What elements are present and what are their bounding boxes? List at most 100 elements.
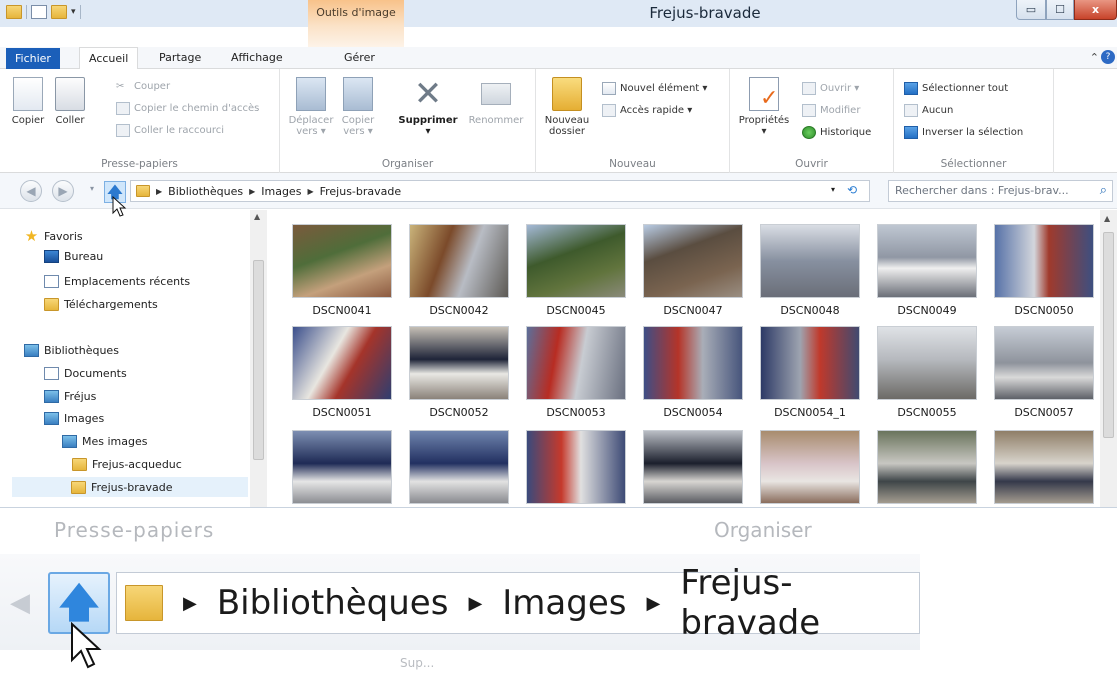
- thumbnail[interactable]: [409, 326, 509, 400]
- thumbnail[interactable]: [292, 430, 392, 504]
- file-name[interactable]: DSCN0041: [283, 304, 401, 317]
- maximize-button[interactable]: ☐: [1046, 0, 1074, 20]
- properties-icon[interactable]: [31, 5, 47, 19]
- select-all-button[interactable]: Sélectionner tout: [904, 79, 1008, 97]
- content-scrollbar[interactable]: ▲: [1100, 210, 1117, 507]
- thumbnail[interactable]: [760, 326, 860, 400]
- file-name[interactable]: DSCN0042: [400, 304, 518, 317]
- thumbnail[interactable]: [760, 224, 860, 298]
- file-name[interactable]: DSCN0052: [400, 406, 518, 419]
- tree-item-telechargements[interactable]: Téléchargements: [44, 294, 158, 314]
- easy-access-button[interactable]: Accès rapide ▾: [602, 101, 692, 119]
- delete-button[interactable]: ✕ Supprimer ▾: [398, 77, 458, 137]
- cut-button[interactable]: ✂ Couper: [116, 77, 170, 95]
- back-button[interactable]: ◀: [20, 180, 42, 202]
- address-bar[interactable]: ▶ Bibliothèques ▶ Images ▶ Frejus-bravad…: [130, 180, 870, 202]
- search-icon[interactable]: ⌕: [1100, 181, 1107, 201]
- thumbnail[interactable]: [526, 430, 626, 504]
- close-button[interactable]: x: [1074, 0, 1117, 20]
- thumbnail[interactable]: [994, 326, 1094, 400]
- open-button[interactable]: Ouvrir ▾: [802, 79, 859, 97]
- new-folder-button[interactable]: Nouveau dossier: [542, 77, 592, 137]
- tree-item-frejus[interactable]: Fréjus: [44, 386, 96, 406]
- file-name[interactable]: DSCN0055: [868, 406, 986, 419]
- breadcrumb-separator[interactable]: ▶: [183, 593, 197, 614]
- tab-partage[interactable]: Partage: [150, 47, 210, 69]
- nav-scrollbar[interactable]: ▲: [250, 210, 267, 507]
- file-name[interactable]: DSCN0047: [634, 304, 752, 317]
- breadcrumb-frejus-bravade[interactable]: Frejus-bravade: [680, 563, 919, 643]
- thumbnail[interactable]: [409, 224, 509, 298]
- tree-item-frejus-acqueduc[interactable]: Frejus-acqueduc: [72, 454, 182, 474]
- tab-affichage[interactable]: Affichage: [222, 47, 292, 69]
- scroll-up-arrow[interactable]: ▲: [1104, 214, 1110, 223]
- breadcrumb-frejus-bravade[interactable]: Frejus-bravade: [320, 185, 402, 198]
- scroll-up-arrow[interactable]: ▲: [254, 212, 260, 221]
- tree-item-favoris[interactable]: ★ Favoris: [24, 226, 83, 246]
- breadcrumb-images[interactable]: Images: [502, 583, 626, 623]
- properties-button[interactable]: Propriétés ▾: [736, 77, 792, 137]
- new-folder-icon[interactable]: [51, 5, 67, 19]
- scroll-thumb[interactable]: [1103, 232, 1114, 438]
- address-bar[interactable]: ▶ Bibliothèques ▶ Images ▶ Frejus-bravad…: [116, 563, 920, 643]
- history-button[interactable]: Historique: [802, 123, 871, 141]
- paste-shortcut-button[interactable]: Coller le raccourci: [116, 121, 224, 139]
- file-name[interactable]: DSCN0054: [634, 406, 752, 419]
- thumbnail[interactable]: [643, 224, 743, 298]
- copy-to-button[interactable]: Copier vers ▾: [338, 77, 378, 137]
- search-input[interactable]: Rechercher dans : Frejus-brav... ⌕: [888, 180, 1113, 202]
- help-icon[interactable]: ?: [1101, 50, 1115, 64]
- tree-item-mes-images[interactable]: Mes images: [62, 431, 147, 451]
- breadcrumb-separator[interactable]: ▶: [646, 593, 660, 614]
- thumbnail[interactable]: [526, 326, 626, 400]
- file-name[interactable]: DSCN0045: [517, 304, 635, 317]
- new-item-button[interactable]: Nouvel élément ▾: [602, 79, 707, 97]
- breadcrumb-separator[interactable]: ▶: [468, 593, 482, 614]
- file-name[interactable]: DSCN0051: [283, 406, 401, 419]
- paste-button[interactable]: Coller: [50, 77, 90, 126]
- back-button[interactable]: ◀: [10, 588, 30, 618]
- refresh-icon[interactable]: ⟲: [841, 183, 863, 199]
- breadcrumb-bibliotheques[interactable]: Bibliothèques: [168, 185, 243, 198]
- tree-item-images[interactable]: Images: [44, 408, 104, 428]
- tab-accueil[interactable]: Accueil: [79, 47, 139, 70]
- tree-item-frejus-bravade[interactable]: Frejus-bravade: [12, 477, 248, 497]
- thumbnail[interactable]: [877, 430, 977, 504]
- address-dropdown[interactable]: ▾: [831, 185, 835, 194]
- file-name[interactable]: DSCN0049: [868, 304, 986, 317]
- scroll-thumb[interactable]: [253, 260, 264, 460]
- ribbon-collapse-icon[interactable]: ⌃: [1090, 51, 1099, 64]
- tab-fichier[interactable]: Fichier: [6, 48, 60, 69]
- thumbnail[interactable]: [292, 224, 392, 298]
- file-name[interactable]: DSCN0050: [985, 304, 1100, 317]
- thumbnail[interactable]: [877, 224, 977, 298]
- tree-item-documents[interactable]: Documents: [44, 363, 127, 383]
- customize-toolbar-dropdown[interactable]: ▾: [71, 7, 76, 17]
- thumbnail[interactable]: [994, 224, 1094, 298]
- breadcrumb-images[interactable]: Images: [261, 185, 301, 198]
- thumbnail[interactable]: [643, 326, 743, 400]
- file-name[interactable]: DSCN0053: [517, 406, 635, 419]
- tab-gerer[interactable]: Gérer: [335, 47, 384, 69]
- breadcrumb-separator[interactable]: ▶: [156, 187, 162, 196]
- move-to-button[interactable]: Déplacer vers ▾: [288, 77, 334, 137]
- rename-button[interactable]: Renommer: [466, 77, 526, 126]
- copy-button[interactable]: Copier: [10, 77, 46, 126]
- thumbnail[interactable]: [643, 430, 743, 504]
- edit-button[interactable]: Modifier: [802, 101, 860, 119]
- thumbnail[interactable]: [877, 326, 977, 400]
- thumbnail[interactable]: [292, 326, 392, 400]
- breadcrumb-separator[interactable]: ▶: [307, 187, 313, 196]
- recent-locations-dropdown[interactable]: ▾: [90, 184, 94, 193]
- breadcrumb-bibliotheques[interactable]: Bibliothèques: [217, 583, 449, 623]
- tree-item-recents[interactable]: Emplacements récents: [44, 271, 190, 291]
- thumbnail[interactable]: [994, 430, 1094, 504]
- file-name[interactable]: DSCN0054_1: [751, 406, 869, 419]
- select-none-button[interactable]: Aucun: [904, 101, 953, 119]
- invert-selection-button[interactable]: Inverser la sélection: [904, 123, 1023, 141]
- thumbnail[interactable]: [760, 430, 860, 504]
- tree-item-bibliotheques[interactable]: Bibliothèques: [24, 340, 119, 360]
- thumbnail[interactable]: [526, 224, 626, 298]
- file-name[interactable]: DSCN0048: [751, 304, 869, 317]
- tree-item-bureau[interactable]: Bureau: [44, 246, 103, 266]
